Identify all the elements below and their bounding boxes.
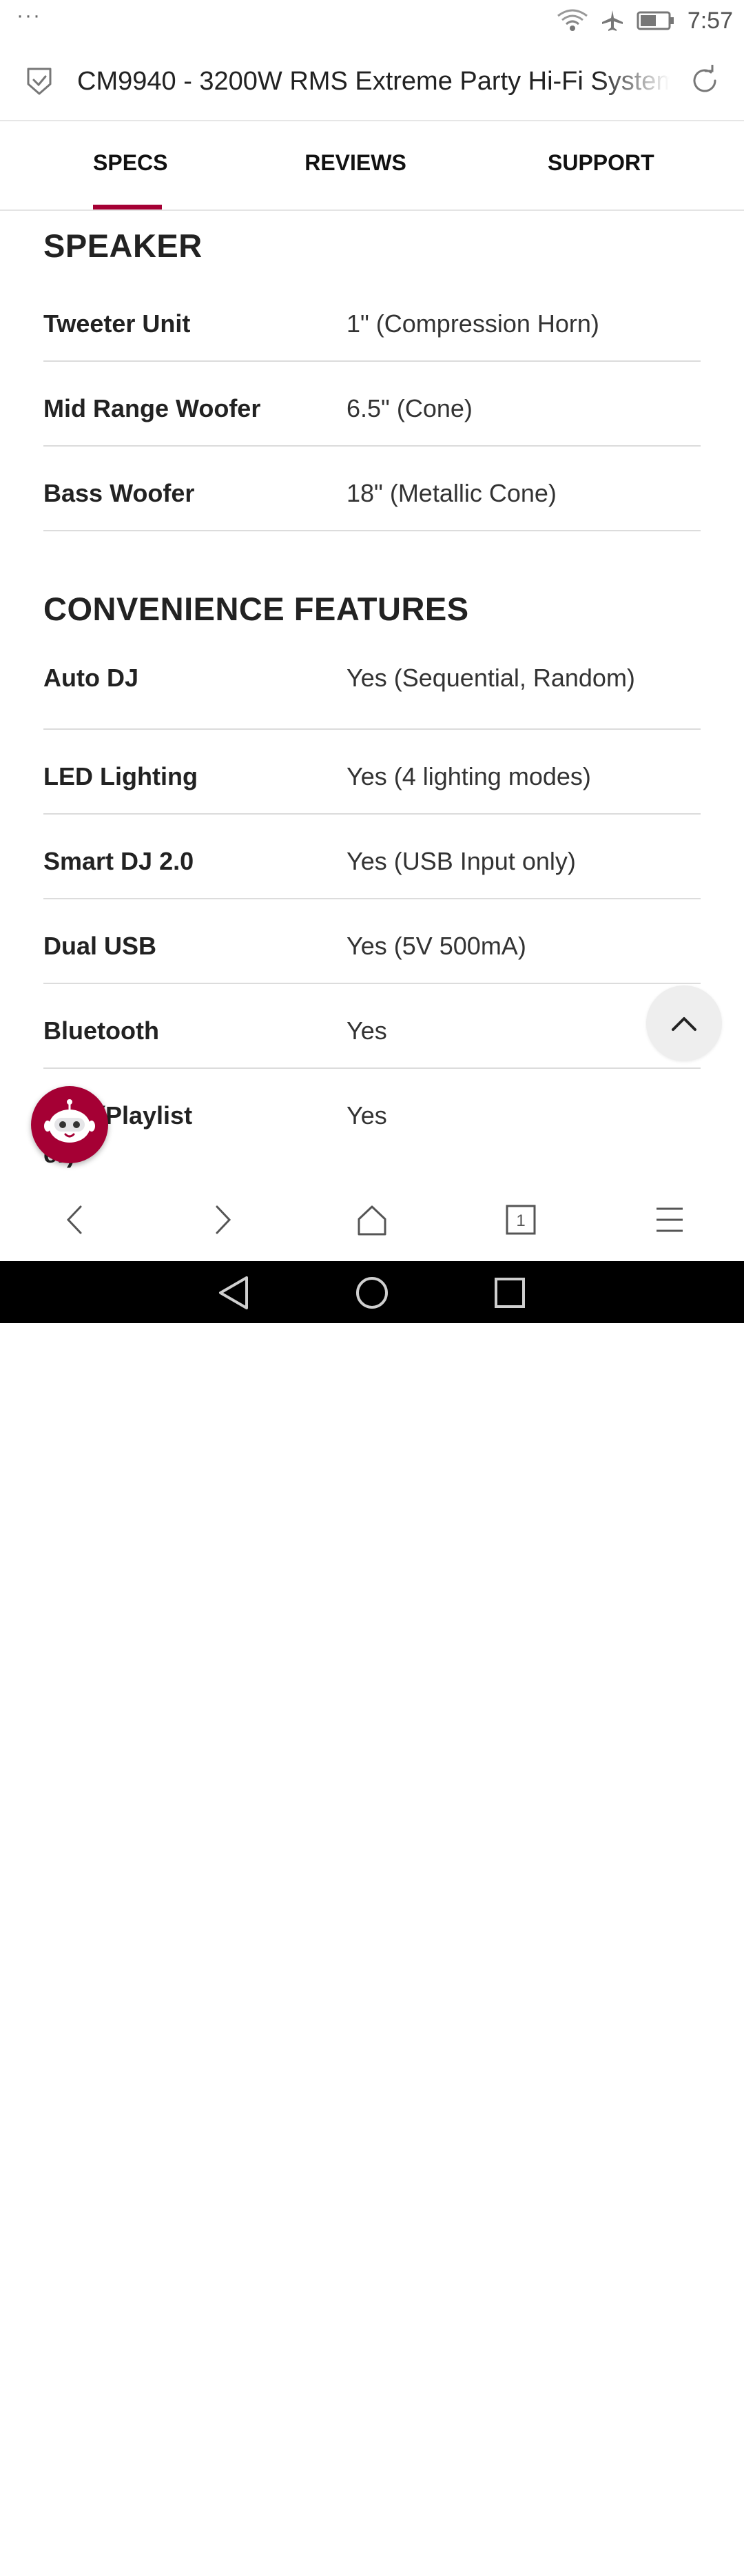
spec-row: Smart DJ 2.0 Yes (USB Input only) — [43, 815, 701, 899]
back-icon — [66, 1205, 82, 1234]
tab-support[interactable]: SUPPORT — [548, 121, 654, 209]
robot-icon — [44, 1099, 95, 1143]
spec-row: Box (Playlist er) Yes — [43, 1069, 701, 1179]
home-button[interactable] — [351, 1199, 393, 1240]
menu-icon — [657, 1207, 683, 1232]
tabs-icon: 1 — [506, 1205, 536, 1235]
spec-value: 6.5" (Cone) — [347, 394, 473, 422]
section-title-speaker: SPEAKER — [43, 227, 203, 264]
tab-count: 1 — [516, 1212, 525, 1230]
back-button[interactable] — [54, 1199, 95, 1240]
spec-value: Yes — [347, 1101, 387, 1129]
scroll-to-top-button[interactable] — [646, 985, 722, 1061]
spec-label: Mid Range Woofer — [43, 394, 261, 422]
watermark: HeadphoneClub.com 耳机俱乐部论坛 — [628, 2548, 738, 2576]
forward-icon — [216, 1205, 231, 1234]
page-title[interactable]: CM9940 - 3200W RMS Extreme Party Hi-Fi S… — [77, 62, 670, 101]
spec-row: Dual USB Yes (5V 500mA) — [43, 899, 701, 984]
battery-icon — [637, 11, 674, 30]
spec-value: 1" (Compression Horn) — [347, 309, 599, 338]
wifi-icon — [557, 9, 588, 31]
spec-content: SPEAKER Tweeter Unit 1" (Compression Hor… — [43, 209, 701, 1179]
clock: 7:57 — [687, 7, 733, 34]
spec-label: Smart DJ 2.0 — [43, 847, 194, 875]
spec-row: Mid Range Woofer 6.5" (Cone) — [43, 362, 701, 447]
airplane-icon — [601, 10, 623, 31]
watermark-line2: 耳机俱乐部论坛 — [642, 2563, 725, 2575]
watermark-line1: HeadphoneClub.com — [631, 2549, 735, 2561]
spec-row: Auto DJ Yes (Sequential, Random) — [43, 628, 701, 730]
spec-label: Bass Woofer — [43, 479, 195, 507]
browser-toolbar: 1 — [0, 1180, 744, 1261]
spec-row: Bluetooth Yes — [43, 984, 701, 1069]
url-bar[interactable]: CM9940 - 3200W RMS Extreme Party Hi-Fi S… — [0, 41, 744, 121]
spec-value: Yes (USB Input only) — [347, 847, 576, 875]
home-icon — [358, 1205, 386, 1236]
spec-row: Bass Woofer 18" (Metallic Cone) — [43, 447, 701, 531]
menu-button[interactable] — [649, 1199, 690, 1240]
section-title-convenience: CONVENIENCE FEATURES — [43, 591, 469, 627]
status-icons: 7:57 — [557, 7, 733, 34]
spec-value: Yes (Sequential, Random) — [347, 664, 635, 692]
spec-value: Yes — [347, 1016, 387, 1045]
notification-dots: ··· — [17, 4, 41, 27]
reload-icon[interactable] — [689, 65, 721, 96]
forward-button[interactable] — [203, 1199, 244, 1240]
recents-square-icon[interactable] — [490, 1275, 529, 1311]
tabs-button[interactable]: 1 — [500, 1199, 541, 1240]
home-circle-icon[interactable] — [353, 1275, 391, 1311]
spec-label: Bluetooth — [43, 1016, 159, 1045]
spec-value: Yes (5V 500mA) — [347, 932, 526, 960]
spec-label: LED Lighting — [43, 762, 198, 790]
tab-reviews[interactable]: REVIEWS — [303, 121, 408, 209]
spec-value: 18" (Metallic Cone) — [347, 479, 557, 507]
spec-label: Dual USB — [43, 932, 157, 960]
spec-label: Tweeter Unit — [43, 309, 191, 338]
system-nav-bar: HeadphoneClub.com 耳机俱乐部论坛 — [0, 1261, 744, 2575]
spec-row: LED Lighting Yes (4 lighting modes) — [43, 730, 701, 815]
chevron-up-icon — [672, 1017, 696, 1031]
spec-label: Auto DJ — [43, 664, 138, 692]
spec-value: Yes (4 lighting modes) — [347, 762, 591, 790]
chatbot-button[interactable] — [31, 1086, 108, 1163]
spec-tabs: SPECS REVIEWS SUPPORT — [0, 121, 744, 211]
shield-check-icon[interactable] — [25, 66, 54, 96]
status-bar: ··· 7:57 — [0, 0, 744, 41]
back-triangle-icon[interactable] — [215, 1275, 254, 1311]
spec-row: Tweeter Unit 1" (Compression Horn) — [43, 265, 701, 362]
tab-specs[interactable]: SPECS — [93, 121, 167, 209]
